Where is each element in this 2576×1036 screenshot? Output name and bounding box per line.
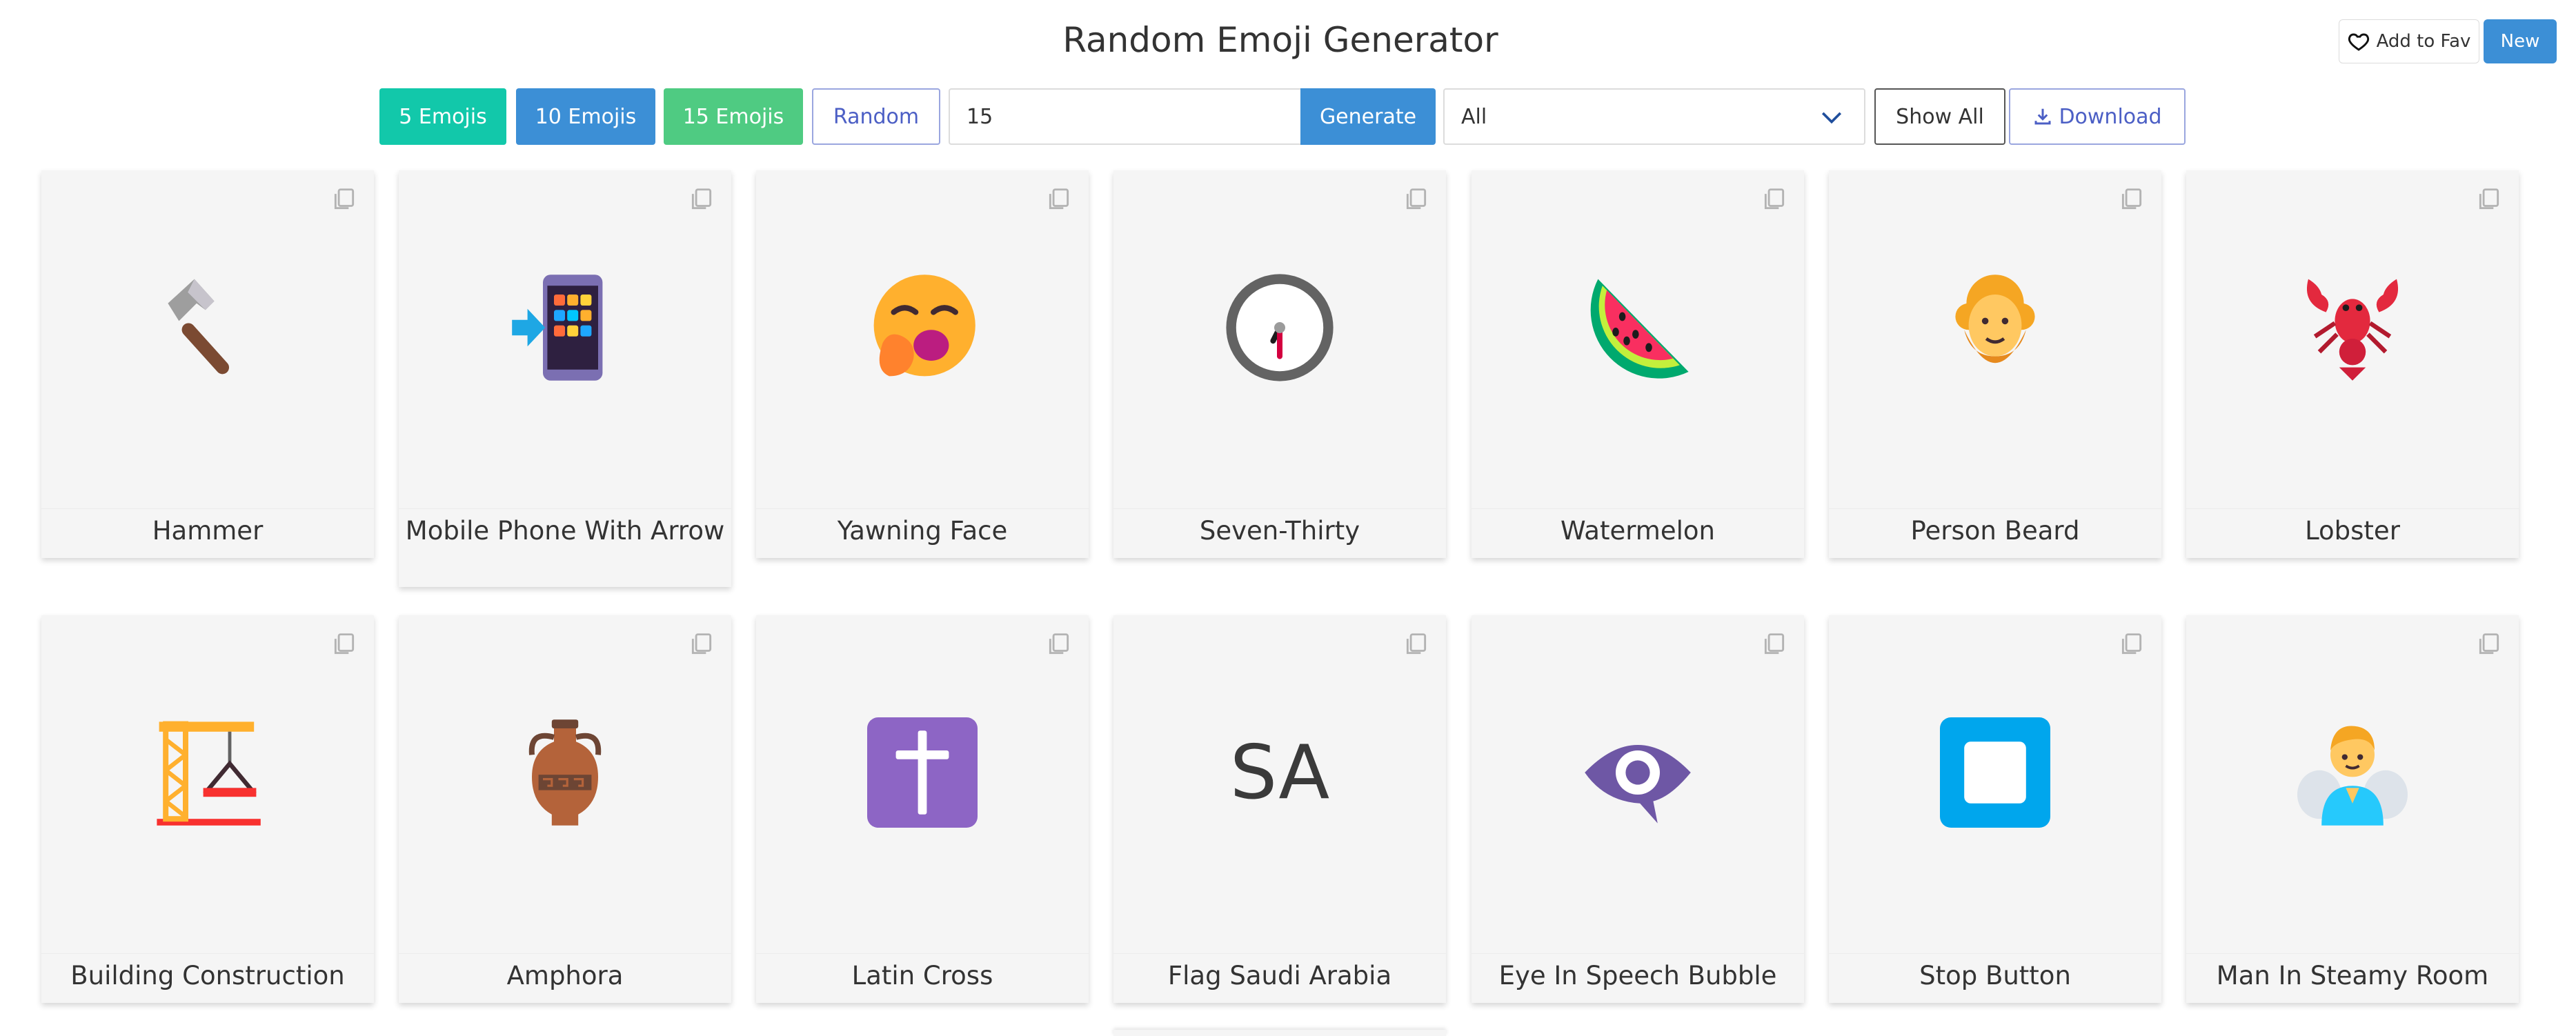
emoji-card-man-in-steamy-room[interactable]: Man In Steamy Room	[2186, 615, 2519, 1003]
emoji-count-input[interactable]	[949, 88, 1300, 145]
download-icon	[2034, 108, 2051, 125]
copy-icon[interactable]	[688, 630, 715, 658]
copy-icon[interactable]	[1403, 630, 1429, 658]
copy-icon[interactable]	[1046, 186, 1072, 213]
mobile-phone-arrow-icon	[399, 272, 731, 383]
emoji-card-mobile-phone-with-arrow[interactable]: Mobile Phone With Arrow	[399, 170, 731, 587]
emoji-card-eye-in-speech-bubble[interactable]: Eye In Speech Bubble	[1472, 615, 1804, 1003]
emoji-name: Man In Steamy Room	[2186, 953, 2519, 991]
emoji-card-amphora[interactable]: Amphora	[399, 615, 731, 1003]
hammer-icon	[41, 272, 374, 383]
emoji-card-seven-thirty[interactable]: Seven-Thirty	[1113, 170, 1446, 558]
emoji-card-flag-saudi-arabia[interactable]: SA Flag Saudi Arabia	[1113, 615, 1446, 1003]
man-steamy-room-icon	[2186, 717, 2519, 828]
emoji-name: Watermelon	[1472, 508, 1804, 546]
emoji-name: Lobster	[2186, 508, 2519, 546]
eye-speech-bubble-icon	[1472, 717, 1804, 828]
download-button[interactable]: Download	[2009, 88, 2186, 145]
show-all-button[interactable]: Show All	[1874, 88, 2005, 145]
copy-icon[interactable]	[2119, 186, 2145, 213]
lobster-icon	[2186, 272, 2519, 383]
copy-icon[interactable]	[688, 186, 715, 213]
emoji-card-hammer[interactable]: Hammer	[41, 170, 374, 558]
ten-emojis-button[interactable]: 10 Emojis	[516, 88, 655, 145]
person-beard-icon	[1829, 272, 2161, 383]
generate-button[interactable]: Generate	[1300, 88, 1436, 145]
watermelon-icon	[1472, 272, 1804, 383]
emoji-name: Yawning Face	[756, 508, 1089, 546]
new-button[interactable]: New	[2484, 19, 2557, 63]
fifteen-emojis-button[interactable]: 15 Emojis	[664, 88, 803, 145]
add-to-fav-label: Add to Fav	[2376, 31, 2471, 52]
category-selected-value: All	[1461, 104, 1487, 129]
emoji-name: Building Construction	[41, 953, 374, 991]
stop-button-icon	[1829, 717, 2161, 828]
page-title: Random Emoji Generator	[1062, 20, 1498, 60]
yawning-face-icon	[756, 272, 1089, 383]
emoji-name: Hammer	[41, 508, 374, 546]
flag-saudi-arabia-icon: SA	[1113, 717, 1446, 828]
emoji-name: Eye In Speech Bubble	[1472, 953, 1804, 991]
emoji-card-partial	[1113, 1030, 1446, 1036]
copy-icon[interactable]	[331, 186, 357, 213]
amphora-icon	[399, 717, 731, 828]
emoji-card-yawning-face[interactable]: Yawning Face	[756, 170, 1089, 558]
copy-icon[interactable]	[2119, 630, 2145, 658]
emoji-name: Latin Cross	[756, 953, 1089, 991]
emoji-card-latin-cross[interactable]: Latin Cross	[756, 615, 1089, 1003]
latin-cross-icon	[756, 717, 1089, 828]
copy-icon[interactable]	[1403, 186, 1429, 213]
emoji-card-building-construction[interactable]: Building Construction	[41, 615, 374, 1003]
seven-thirty-clock-icon	[1113, 272, 1446, 383]
copy-icon[interactable]	[331, 630, 357, 658]
toolbar: 5 Emojis 10 Emojis 15 Emojis Random Gene…	[0, 88, 2576, 145]
emoji-card-person-beard[interactable]: Person Beard	[1829, 170, 2161, 558]
emoji-name: Seven-Thirty	[1113, 508, 1446, 546]
category-select[interactable]: All	[1443, 88, 1865, 145]
chevron-down-icon	[1821, 112, 1842, 124]
emoji-name: Mobile Phone With Arrow	[399, 508, 731, 546]
emoji-name: Amphora	[399, 953, 731, 991]
emoji-card-lobster[interactable]: Lobster	[2186, 170, 2519, 558]
building-construction-icon	[41, 717, 374, 828]
emoji-name: Flag Saudi Arabia	[1113, 953, 1446, 991]
emoji-name: Stop Button	[1829, 953, 2161, 991]
copy-icon[interactable]	[2476, 630, 2502, 658]
copy-icon[interactable]	[2476, 186, 2502, 213]
page: Random Emoji Generator Add to Fav New 5 …	[0, 0, 2576, 1036]
download-label: Download	[2059, 104, 2162, 129]
random-button[interactable]: Random	[812, 88, 940, 145]
emoji-card-watermelon[interactable]: Watermelon	[1472, 170, 1804, 558]
copy-icon[interactable]	[1046, 630, 1072, 658]
add-to-fav-button[interactable]: Add to Fav	[2339, 19, 2479, 63]
flag-saudi-arabia-glyph: SA	[1229, 729, 1330, 816]
heart-icon	[2348, 33, 2369, 51]
emoji-card-stop-button[interactable]: Stop Button	[1829, 615, 2161, 1003]
copy-icon[interactable]	[1761, 186, 1787, 213]
emoji-name: Person Beard	[1829, 508, 2161, 546]
five-emojis-button[interactable]: 5 Emojis	[379, 88, 506, 145]
copy-icon[interactable]	[1761, 630, 1787, 658]
